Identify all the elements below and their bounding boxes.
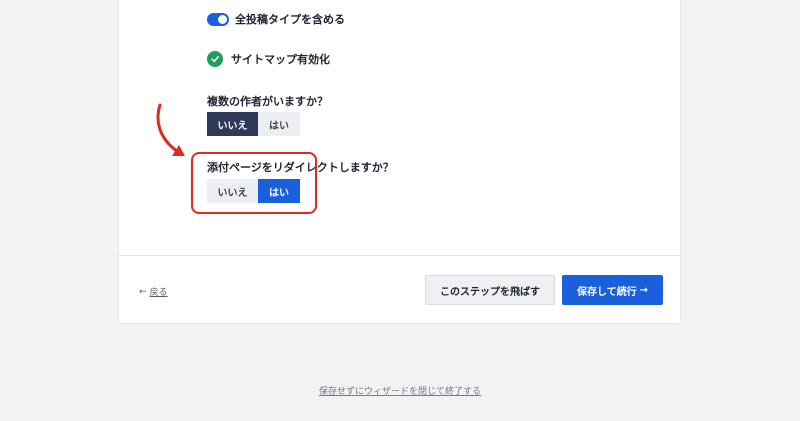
red-curved-arrow-icon (156, 103, 185, 156)
save-label: 保存して続行 (576, 286, 637, 298)
multiple-authors-yes-button[interactable]: はい (258, 112, 300, 136)
include-all-post-types-label: 全投稿タイプを含める (235, 13, 345, 26)
option-sitemap-enabled: サイトマップ有効化 (207, 51, 330, 67)
back-label: 戻る (149, 288, 168, 298)
save-and-continue-button[interactable]: 保存して続行 → (562, 275, 663, 305)
footer-divider (119, 255, 680, 256)
multiple-authors-no-button[interactable]: いいえ (207, 112, 258, 136)
multiple-authors-question: 複数の作者がいますか？ (207, 95, 328, 108)
sitemap-enabled-label: サイトマップ有効化 (231, 53, 330, 66)
arrow-left-icon: ← (139, 286, 147, 297)
skip-step-button[interactable]: このステップを飛ばす (425, 275, 555, 305)
multiple-authors-segment: いいえ はい (207, 112, 300, 136)
arrow-right-icon: → (639, 284, 649, 296)
check-circle-icon (207, 51, 223, 67)
annotation-highlight-box (191, 152, 317, 214)
back-link[interactable]: ← 戻る (139, 285, 168, 299)
option-include-all-post-types[interactable]: 全投稿タイプを含める (207, 11, 345, 27)
toggle-on-icon[interactable] (207, 12, 229, 26)
exit-wizard-link[interactable]: 保存せずにウィザードを閉じて終了する (0, 384, 800, 397)
